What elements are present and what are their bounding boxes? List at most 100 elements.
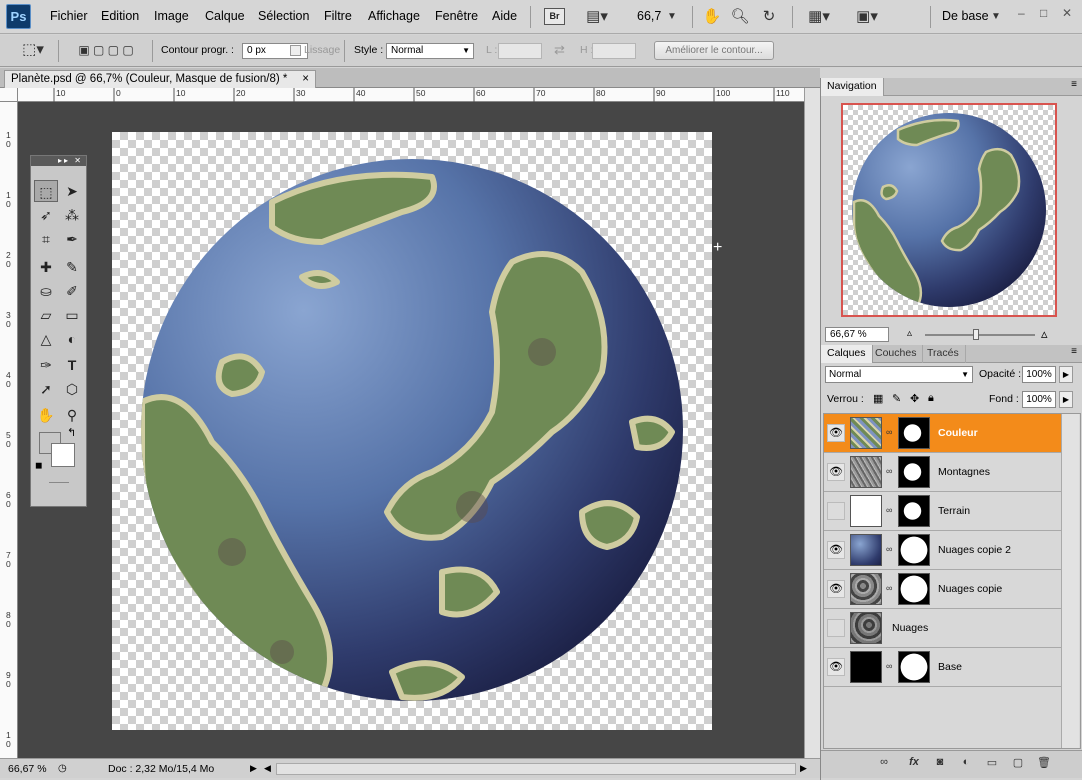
width-input[interactable] bbox=[498, 43, 542, 59]
zoom-tool-icon[interactable]: 🔍︎ bbox=[730, 7, 750, 27]
visibility-eye-icon[interactable]: 👁︎ bbox=[827, 424, 845, 442]
move-tool-icon[interactable]: ➤ bbox=[60, 180, 84, 202]
layer-style-fx-icon[interactable]: fx bbox=[905, 756, 923, 772]
visibility-toggle-empty[interactable] bbox=[827, 619, 845, 637]
chevron-down-icon[interactable]: ▼ bbox=[666, 7, 678, 27]
style-select[interactable]: Normal ▼ bbox=[386, 43, 474, 59]
eyedropper-tool-icon[interactable]: ✒ bbox=[60, 228, 84, 250]
workspace-switcher[interactable]: De base bbox=[942, 9, 989, 23]
document-workspace[interactable]: + bbox=[18, 102, 804, 758]
quick-mask-button[interactable] bbox=[49, 482, 69, 483]
tools-panel-header[interactable]: ▸▸ ✕ bbox=[31, 156, 86, 166]
minimize-icon[interactable]: – bbox=[1018, 6, 1025, 20]
menu-aide[interactable]: Aide bbox=[492, 9, 517, 23]
menu-calque[interactable]: Calque bbox=[205, 9, 245, 23]
tab-navigation[interactable]: Navigation bbox=[821, 78, 884, 96]
selection-mode-icons[interactable]: ▣ ▢ ▢ ▢ bbox=[66, 40, 146, 60]
screen-mode-toggle-icon[interactable]: ▣▾ bbox=[850, 7, 884, 27]
layers-scrollbar[interactable] bbox=[1061, 414, 1079, 748]
menu-image[interactable]: Image bbox=[154, 9, 189, 23]
lock-transparency-icon[interactable]: ▦ bbox=[873, 392, 883, 405]
visibility-eye-icon[interactable]: 👁︎ bbox=[827, 658, 845, 676]
zoom-slider-thumb[interactable] bbox=[973, 329, 979, 340]
canvas[interactable] bbox=[112, 132, 712, 730]
path-selection-tool-icon[interactable]: ➚ bbox=[34, 378, 58, 400]
gradient-tool-icon[interactable]: ▭ bbox=[60, 304, 84, 326]
layer-mask-thumbnail[interactable] bbox=[898, 456, 930, 488]
document-tab[interactable]: Planète.psd @ 66,7% (Couleur, Masque de … bbox=[4, 70, 316, 88]
swap-colors-icon[interactable]: ↰ bbox=[67, 426, 76, 439]
type-tool-icon[interactable]: T bbox=[60, 354, 84, 376]
layer-row-couleur[interactable]: 👁︎ ∞ Couleur bbox=[824, 414, 1064, 453]
visibility-eye-icon[interactable]: 👁︎ bbox=[827, 580, 845, 598]
brush-tool-icon[interactable]: ✎ bbox=[60, 256, 84, 278]
rotate-view-icon[interactable]: ↻ bbox=[758, 7, 780, 27]
chevron-down-icon[interactable]: ▼ bbox=[990, 7, 1002, 27]
fill-slider-button[interactable]: ▶ bbox=[1059, 391, 1073, 408]
opacity-input[interactable]: 100% bbox=[1022, 366, 1056, 383]
menu-affichage[interactable]: Affichage bbox=[368, 9, 420, 23]
menu-fenetre[interactable]: Fenêtre bbox=[435, 9, 478, 23]
lock-position-icon[interactable]: ✥ bbox=[910, 392, 919, 405]
scroll-right-icon[interactable]: ▶ bbox=[800, 763, 807, 774]
new-layer-icon[interactable]: ▢ bbox=[1009, 756, 1027, 772]
scroll-left-icon[interactable]: ◀ bbox=[264, 763, 271, 774]
link-layers-icon[interactable]: ∞ bbox=[875, 756, 893, 772]
ruler-origin[interactable] bbox=[0, 88, 18, 102]
layer-row-nuages[interactable]: Nuages bbox=[824, 609, 1064, 648]
healing-brush-tool-icon[interactable]: ✚ bbox=[34, 256, 58, 278]
vertical-scrollbar[interactable] bbox=[804, 88, 820, 758]
tab-calques[interactable]: Calques bbox=[821, 345, 873, 363]
layer-row-base[interactable]: 👁︎ ∞ Base bbox=[824, 648, 1064, 687]
menu-filtre[interactable]: Filtre bbox=[324, 9, 352, 23]
dodge-tool-icon[interactable]: ◐ bbox=[60, 328, 84, 350]
crop-tool-icon[interactable]: ⌗ bbox=[34, 228, 58, 250]
close-icon[interactable]: ✕ bbox=[1062, 6, 1072, 20]
panel-menu-icon[interactable]: ≡ bbox=[1071, 346, 1077, 357]
zoom-tool-icon[interactable]: ⚲ bbox=[60, 404, 84, 426]
hand-tool-icon[interactable]: ✋ bbox=[702, 7, 722, 27]
lasso-tool-icon[interactable]: ➶ bbox=[34, 204, 58, 226]
zoom-in-icon[interactable]: ▵ bbox=[1041, 326, 1048, 342]
new-group-icon[interactable]: ▭ bbox=[983, 756, 1001, 772]
panel-menu-icon[interactable]: ≡ bbox=[1071, 79, 1077, 90]
horizontal-scrollbar[interactable] bbox=[276, 763, 796, 775]
opacity-slider-button[interactable]: ▶ bbox=[1059, 366, 1073, 383]
shape-tool-icon[interactable]: ⬡ bbox=[60, 378, 84, 400]
hand-tool-icon[interactable]: ✋ bbox=[34, 404, 58, 426]
fill-input[interactable]: 100% bbox=[1022, 391, 1056, 408]
navigator-zoom-input[interactable]: 66,67 % bbox=[825, 327, 889, 342]
layer-mask-thumbnail[interactable] bbox=[898, 573, 930, 605]
layer-mask-thumbnail[interactable] bbox=[898, 534, 930, 566]
antialias-checkbox[interactable] bbox=[290, 45, 301, 56]
rectangular-marquee-tool-icon[interactable]: ⬚ bbox=[34, 180, 58, 202]
magic-wand-tool-icon[interactable]: ⁂ bbox=[60, 204, 84, 226]
status-arrow-icon[interactable]: ▶ bbox=[250, 763, 257, 774]
height-input[interactable] bbox=[592, 43, 636, 59]
pen-tool-icon[interactable]: ✑ bbox=[34, 354, 58, 376]
layer-row-terrain[interactable]: ∞ Terrain bbox=[824, 492, 1064, 531]
bridge-button[interactable]: Br bbox=[544, 8, 565, 25]
visibility-eye-icon[interactable]: 👁︎ bbox=[827, 541, 845, 559]
visibility-eye-icon[interactable]: 👁︎ bbox=[827, 463, 845, 481]
tab-couches[interactable]: Couches bbox=[869, 345, 924, 363]
tab-traces[interactable]: Tracés bbox=[921, 345, 966, 363]
zoom-level-dropdown[interactable]: 66,7 bbox=[637, 9, 661, 23]
layer-mask-thumbnail[interactable] bbox=[898, 495, 930, 527]
adjustment-layer-icon[interactable]: ◐ bbox=[957, 756, 975, 772]
layer-row-montagnes[interactable]: 👁︎ ∞ Montagnes bbox=[824, 453, 1064, 492]
history-brush-tool-icon[interactable]: ✐ bbox=[60, 280, 84, 302]
arrange-documents-icon[interactable]: ▦▾ bbox=[802, 7, 836, 27]
layer-row-nuages-copie[interactable]: 👁︎ ∞ Nuages copie bbox=[824, 570, 1064, 609]
menu-edition[interactable]: Edition bbox=[101, 9, 139, 23]
zoom-out-icon[interactable]: ▵ bbox=[907, 328, 912, 339]
screen-mode-icon[interactable]: ▤▾ bbox=[580, 7, 614, 27]
clone-stamp-tool-icon[interactable]: ⛀ bbox=[34, 280, 58, 302]
lock-pixels-icon[interactable]: ✎ bbox=[892, 392, 901, 405]
layer-mask-thumbnail[interactable] bbox=[898, 417, 930, 449]
layer-mask-thumbnail[interactable] bbox=[898, 651, 930, 683]
close-tab-icon[interactable]: × bbox=[302, 73, 309, 85]
zoom-slider-track[interactable] bbox=[925, 334, 1035, 336]
navigator-preview[interactable] bbox=[841, 103, 1057, 317]
add-mask-icon[interactable]: ◙ bbox=[931, 756, 949, 772]
